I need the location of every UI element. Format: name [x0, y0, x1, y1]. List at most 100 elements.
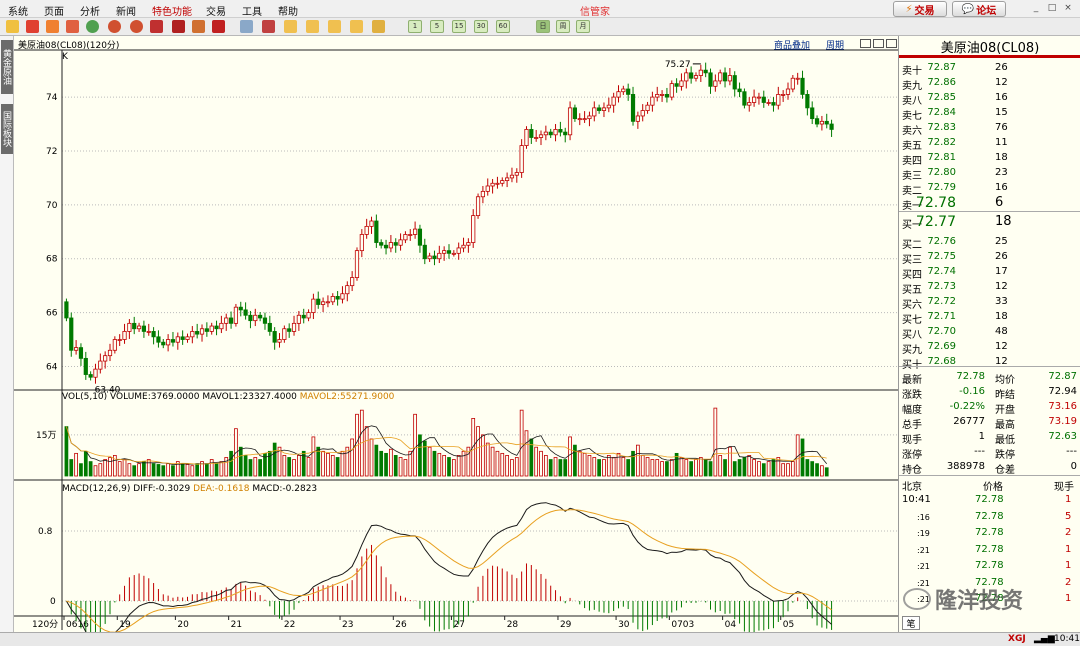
stat-label: 涨停: [902, 450, 922, 461]
candle-body: [170, 339, 176, 343]
stack-icon[interactable]: [66, 20, 79, 33]
sell-volume: 15: [995, 107, 1008, 118]
candle-body: [398, 239, 403, 246]
news-icon[interactable]: [328, 20, 341, 33]
candle-body: [388, 242, 393, 249]
candle-body: [127, 322, 132, 332]
tab-trades[interactable]: 笔: [902, 616, 920, 630]
menu-system[interactable]: 系统: [8, 3, 28, 18]
menu-news[interactable]: 新闻: [116, 3, 136, 18]
period-15-button[interactable]: 15: [452, 20, 466, 33]
trade-button[interactable]: ⚡ 交易: [893, 1, 947, 17]
period-week-button[interactable]: 周: [556, 20, 570, 33]
candle-body: [747, 102, 752, 106]
candle-body: [490, 182, 495, 187]
volume-bar: [684, 459, 689, 477]
candle-body: [567, 107, 573, 136]
clock-icon[interactable]: [372, 20, 385, 33]
candle-body: [132, 322, 137, 330]
stat-value: 73.16: [1048, 401, 1077, 412]
volume-bar: [253, 457, 258, 477]
candle-body: [703, 69, 708, 74]
sell-price: 72.82: [927, 137, 956, 148]
volume-bar: [229, 450, 233, 477]
tick-time: :16: [917, 512, 930, 522]
buy-price: 72.71: [927, 311, 956, 322]
tv-icon[interactable]: [150, 20, 163, 33]
zoom-out-icon[interactable]: [130, 20, 143, 33]
volume-bar: [500, 452, 505, 477]
candle-body: [330, 296, 335, 303]
sell-row: 卖六 72.83 76: [899, 121, 1080, 137]
volume-bar: [413, 413, 417, 477]
wechat-icon: [903, 588, 931, 610]
period-1-button[interactable]: 1: [408, 20, 422, 33]
refresh-icon[interactable]: [86, 20, 99, 33]
zoom-in-icon[interactable]: [108, 20, 121, 33]
doc-icon[interactable]: [350, 20, 363, 33]
minimize-icon[interactable]: _: [1030, 2, 1042, 14]
candle-body: [548, 131, 553, 136]
period-5-button[interactable]: 5: [430, 20, 444, 33]
candle-body: [427, 255, 432, 260]
list-icon[interactable]: [306, 20, 319, 33]
menu-analysis[interactable]: 分析: [80, 3, 100, 18]
period-day-button[interactable]: 日: [536, 20, 550, 33]
menu-help[interactable]: 帮助: [278, 3, 298, 18]
stat-label: 幅度: [902, 405, 922, 416]
candle-body: [713, 80, 718, 87]
candle-body: [781, 94, 786, 96]
pen-icon[interactable]: [172, 20, 185, 33]
forum-button[interactable]: 💬 论坛: [952, 1, 1006, 17]
buy-price: 72.74: [927, 266, 956, 277]
menu-special[interactable]: 特色功能: [152, 3, 192, 18]
candle-body: [190, 331, 195, 338]
volume-bar: [287, 457, 292, 477]
candle-body: [669, 83, 674, 98]
tick-price: 72.78: [975, 494, 1004, 505]
table-icon[interactable]: [240, 20, 253, 33]
volume-bar: [461, 450, 466, 477]
tab-international[interactable]: 国际板块: [1, 104, 13, 154]
x-tick-label: 26: [395, 620, 407, 630]
volume-bar: [190, 465, 195, 477]
volume-bar: [713, 407, 718, 477]
candle-body: [93, 368, 98, 378]
close-icon[interactable]: ×: [1062, 2, 1074, 14]
candle-body: [829, 123, 834, 130]
sell-price: 72.87: [927, 62, 956, 73]
volume-bar: [88, 461, 93, 477]
period-30-button[interactable]: 30: [474, 20, 488, 33]
candle-body: [509, 174, 515, 179]
x-tick-label: 21: [231, 620, 242, 630]
menu-trade[interactable]: 交易: [206, 3, 226, 18]
price-tick-label: 70: [46, 201, 58, 211]
candle-body: [529, 129, 534, 138]
chart-icon[interactable]: [262, 20, 275, 33]
funnel-icon[interactable]: [212, 20, 225, 33]
layers-icon[interactable]: [46, 20, 59, 33]
paint-icon[interactable]: [192, 20, 205, 33]
period-60-button[interactable]: 60: [496, 20, 510, 33]
candle-body: [83, 357, 88, 375]
period-month-button[interactable]: 月: [576, 20, 590, 33]
menu-page[interactable]: 页面: [44, 3, 64, 18]
stat-label: 最高: [995, 420, 1015, 431]
menu-tools[interactable]: 工具: [242, 3, 262, 18]
maximize-icon[interactable]: □: [1046, 2, 1058, 14]
candle-body: [354, 250, 360, 278]
candle-body: [199, 328, 205, 335]
candle-body: [253, 314, 258, 322]
mavol1-line: [66, 425, 828, 466]
candle-body: [708, 72, 713, 87]
sell-price: 72.80: [927, 167, 956, 178]
volume-bar: [432, 450, 437, 477]
tab-gold-oil[interactable]: 黄金原油: [1, 40, 13, 94]
back-icon[interactable]: [6, 20, 19, 33]
candle-body: [790, 77, 795, 90]
f10-icon[interactable]: [284, 20, 297, 33]
volume-bar: [83, 450, 88, 477]
home-icon[interactable]: [26, 20, 39, 33]
volume-bar: [437, 452, 442, 477]
candle-body: [364, 225, 369, 235]
